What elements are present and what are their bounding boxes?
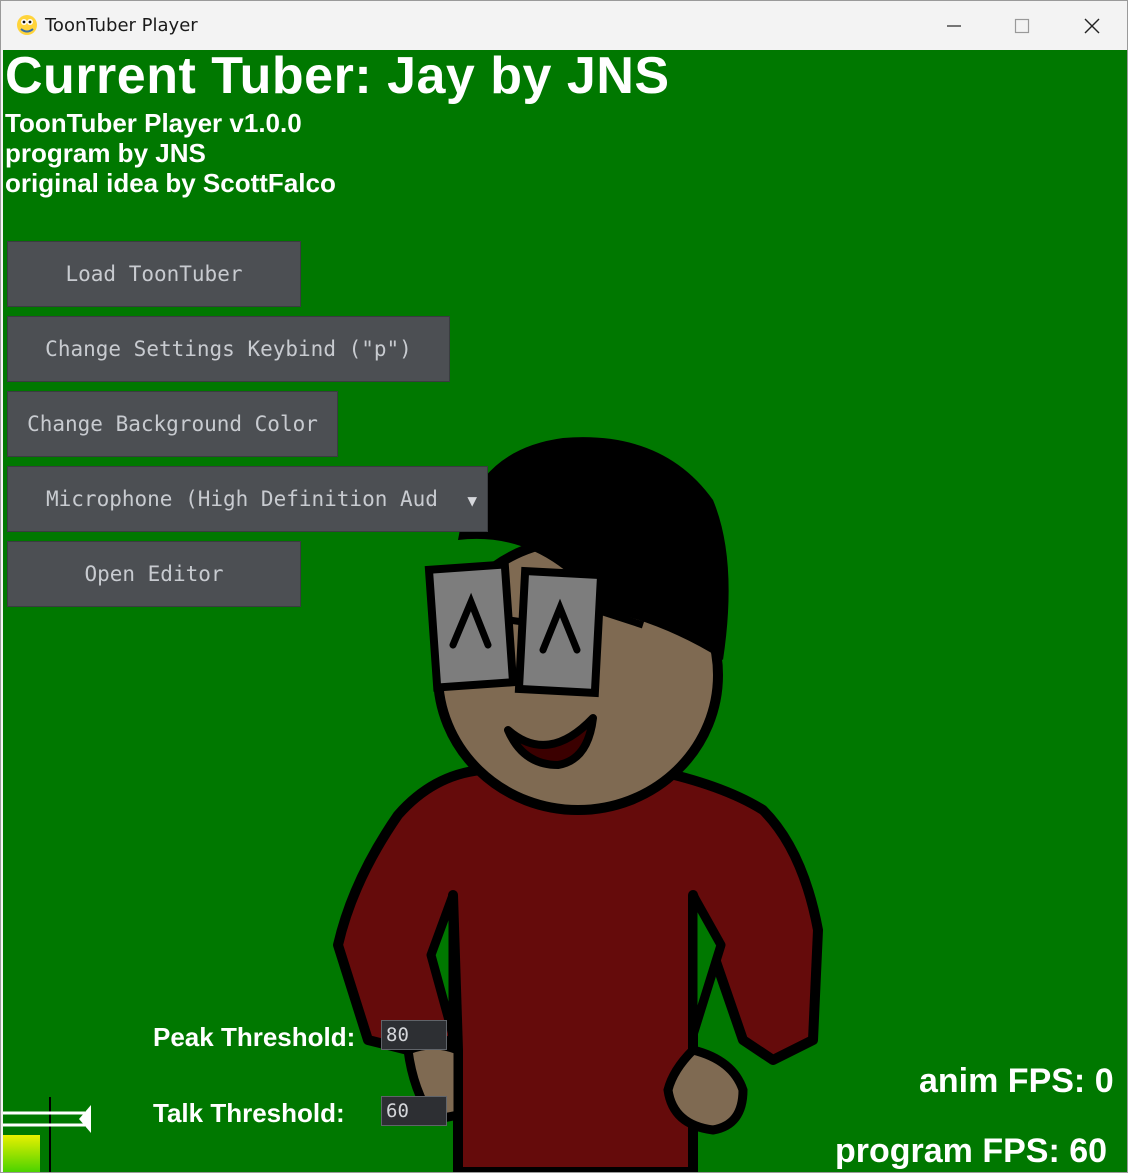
toontuber-character (333, 437, 823, 1172)
close-button[interactable] (1057, 1, 1127, 50)
peak-threshold-input[interactable]: 80 (381, 1020, 447, 1050)
change-background-button[interactable]: Change Background Color (7, 391, 338, 457)
talk-threshold-label: Talk Threshold: (153, 1098, 345, 1128)
audio-level-bar (3, 1135, 40, 1172)
idea-credit-text: original idea by ScottFalco (5, 168, 336, 198)
open-editor-button[interactable]: Open Editor (7, 541, 301, 607)
minimize-icon (947, 24, 961, 27)
maximize-icon (1014, 18, 1030, 33)
window-title: ToonTuber Player (45, 15, 198, 36)
talk-threshold-input[interactable]: 60 (381, 1096, 447, 1126)
load-toontuber-button[interactable]: Load ToonTuber (7, 241, 301, 307)
program-fps-readout: program FPS: 60 (835, 1132, 1108, 1170)
peak-threshold-label: Peak Threshold: (153, 1022, 356, 1052)
app-window: ToonTuber Player Current Tuber: Jay by J… (0, 0, 1128, 1173)
minimize-button[interactable] (919, 1, 989, 50)
microphone-selected-value: Microphone (High Definition Aud (46, 487, 438, 511)
python-snake-icon (17, 15, 37, 35)
change-keybind-button[interactable]: Change Settings Keybind ("p") (7, 316, 450, 382)
character-right-hand (663, 1045, 748, 1135)
maximize-button[interactable] (987, 1, 1057, 50)
player-canvas: Current Tuber: Jay by JNS ToonTuber Play… (3, 50, 1127, 1172)
version-text: ToonTuber Player v1.0.0 (5, 108, 302, 138)
current-tuber-heading: Current Tuber: Jay by JNS (5, 50, 670, 105)
audio-level-meter (3, 1097, 91, 1172)
program-credit-text: program by JNS (5, 138, 206, 168)
title-bar[interactable]: ToonTuber Player (1, 1, 1127, 50)
anim-fps-readout: anim FPS: 0 (919, 1062, 1114, 1100)
threshold-slider-handle (79, 1105, 91, 1133)
close-icon (1084, 18, 1100, 33)
chevron-down-icon: ▼ (467, 491, 477, 510)
microphone-dropdown[interactable]: Microphone (High Definition Aud ▼ (7, 466, 488, 532)
